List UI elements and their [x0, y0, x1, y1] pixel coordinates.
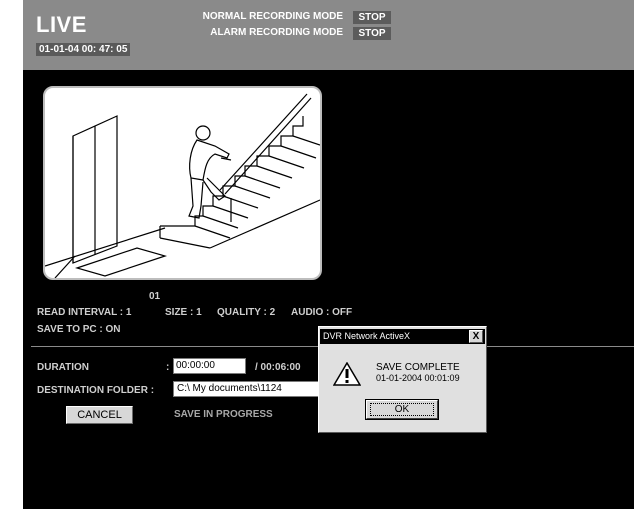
dialog-title: DVR Network ActiveX: [323, 331, 411, 341]
duration-label: DURATION: [37, 362, 90, 373]
dialog-titlebar[interactable]: DVR Network ActiveX X: [320, 329, 485, 344]
header-bar: LIVE 01-01-04 00: 47: 05 NORMAL RECORDIN…: [23, 0, 634, 70]
dialog-detail: 01-01-2004 00:01:09: [376, 373, 460, 383]
save-complete-dialog: DVR Network ActiveX X SAVE COMPLETE 01-0…: [318, 326, 487, 433]
save-to-pc-info: SAVE TO PC : ON: [37, 324, 121, 335]
duration-input[interactable]: 00:00:00: [173, 358, 246, 374]
duration-total: / 00:06:00: [255, 362, 301, 373]
normal-recording-status-badge: STOP: [353, 11, 391, 24]
duration-colon: :: [166, 362, 170, 373]
alarm-recording-mode-label: ALARM RECORDING MODE: [210, 27, 343, 38]
camera-number: 01: [149, 291, 161, 302]
ok-button[interactable]: OK: [365, 399, 439, 420]
camera-image: [45, 93, 320, 278]
page-title: LIVE: [36, 12, 87, 37]
save-progress-status: SAVE IN PROGRESS: [174, 409, 273, 420]
size-info: SIZE : 1: [165, 307, 202, 318]
ok-button-label: OK: [394, 404, 410, 415]
destination-folder-label: DESTINATION FOLDER :: [37, 385, 155, 396]
alarm-recording-status-badge: STOP: [353, 27, 391, 40]
close-icon[interactable]: X: [469, 330, 483, 343]
read-interval-info: READ INTERVAL : 1: [37, 307, 132, 318]
dialog-message: SAVE COMPLETE: [376, 362, 460, 373]
clock-display: 01-01-04 00: 47: 05: [36, 43, 131, 56]
destination-folder-input[interactable]: C:\ My documents\1124: [173, 381, 319, 397]
warning-icon: [333, 362, 361, 386]
quality-info: QUALITY : 2: [217, 307, 276, 318]
audio-info: AUDIO : OFF: [291, 307, 353, 318]
dvr-screen: LIVE 01-01-04 00: 47: 05 NORMAL RECORDIN…: [23, 0, 634, 509]
normal-recording-mode-label: NORMAL RECORDING MODE: [202, 11, 343, 22]
camera-view[interactable]: [43, 86, 322, 280]
cancel-button[interactable]: CANCEL: [66, 406, 133, 424]
